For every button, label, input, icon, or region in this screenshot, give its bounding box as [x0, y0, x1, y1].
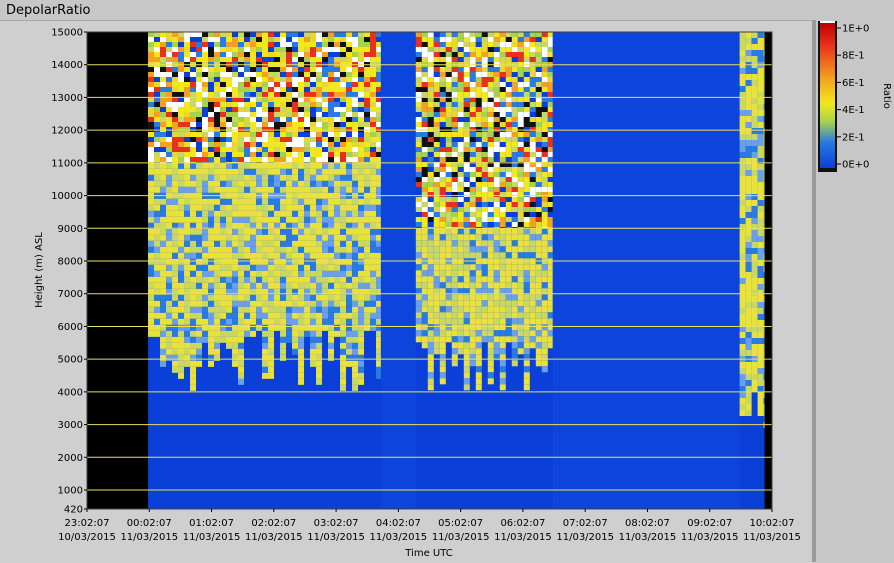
x-tick-time: 01:02:07: [189, 518, 234, 529]
y-tick-label: 4000: [58, 387, 83, 398]
y-tick-label: 15000: [51, 28, 83, 39]
y-tick-label: 9000: [58, 224, 83, 235]
x-tick-time: 03:02:07: [314, 518, 359, 529]
low-ratio-block: [380, 32, 416, 509]
x-tick-time: 02:02:07: [251, 518, 296, 529]
y-tick-label: 7000: [58, 289, 83, 300]
colorbar-gradient: [820, 23, 835, 168]
x-tick-time: 09:02:07: [687, 518, 732, 529]
colorbar-tick-label: 1E+0: [842, 24, 869, 35]
x-tick-date: 11/03/2015: [494, 532, 552, 543]
low-ratio-block: [552, 32, 740, 509]
y-tick-label: 420: [64, 505, 83, 516]
x-tick-date: 11/03/2015: [556, 532, 614, 543]
x-tick-date: 11/03/2015: [120, 532, 178, 543]
y-tick-label: 11000: [51, 158, 83, 169]
x-tick-time: 06:02:07: [500, 518, 545, 529]
segment-noisy: [739, 32, 765, 428]
x-tick-date: 11/03/2015: [619, 532, 677, 543]
y-tick-label: 3000: [58, 420, 83, 431]
x-tick-date: 11/03/2015: [245, 532, 303, 543]
segment-noisy: [148, 32, 381, 391]
colorbar-tick-label: 0E+0: [842, 160, 869, 171]
segment-nodata: [764, 32, 772, 509]
x-tick-date: 10/03/2015: [58, 532, 116, 543]
nodata-block: [87, 32, 149, 509]
colorbar-top-cap: [820, 21, 835, 23]
x-tick-date: 11/03/2015: [743, 532, 801, 543]
segment-noisy: [415, 32, 553, 391]
x-tick-date: 11/03/2015: [681, 532, 739, 543]
colorbar-tick-label: 8E-1: [842, 51, 865, 62]
segment-nodata: [87, 32, 149, 509]
y-tick-label: 1000: [58, 486, 83, 497]
segment-low: [552, 32, 740, 509]
x-axis-label: Time UTC: [404, 548, 452, 559]
colorbar: 1E+0 8E-1 6E-1 4E-1 2E-1 0E+0 Ratio: [818, 21, 892, 172]
y-axis-label: Height (m) ASL: [34, 232, 45, 308]
x-tick-time: 08:02:07: [625, 518, 670, 529]
x-tick-time: 23:02:07: [65, 518, 110, 529]
y-tick-label: 14000: [51, 60, 83, 71]
y-tick-label: 10000: [51, 191, 83, 202]
x-tick-date: 11/03/2015: [432, 532, 490, 543]
x-tick-time: 10:02:07: [750, 518, 795, 529]
y-tick-label: 8000: [58, 257, 83, 268]
x-tick-time: 07:02:07: [563, 518, 608, 529]
colorbar-label: Ratio: [881, 83, 892, 109]
x-tick-time: 05:02:07: [438, 518, 483, 529]
y-tick-label: 5000: [58, 355, 83, 366]
x-tick-time: 00:02:07: [127, 518, 172, 529]
colorbar-tick-label: 2E-1: [842, 132, 865, 143]
y-tick-label: 2000: [58, 453, 83, 464]
colorbar-tick-label: 6E-1: [842, 78, 865, 89]
y-tick-label: 13000: [51, 93, 83, 104]
x-tick-date: 11/03/2015: [183, 532, 241, 543]
nodata-block: [764, 32, 772, 509]
depolar-ratio-chart: 420 1000 2000 3000 4000 5000 6000 7000 8000 9000 1…: [34, 21, 892, 559]
x-tick-date: 11/03/2015: [370, 532, 428, 543]
colorbar-tick-label: 4E-1: [842, 105, 865, 116]
y-tick-label: 6000: [58, 322, 83, 333]
x-tick-time: 04:02:07: [376, 518, 421, 529]
segment-low: [380, 32, 416, 509]
y-tick-label: 12000: [51, 126, 83, 137]
x-tick-date: 11/03/2015: [307, 532, 365, 543]
